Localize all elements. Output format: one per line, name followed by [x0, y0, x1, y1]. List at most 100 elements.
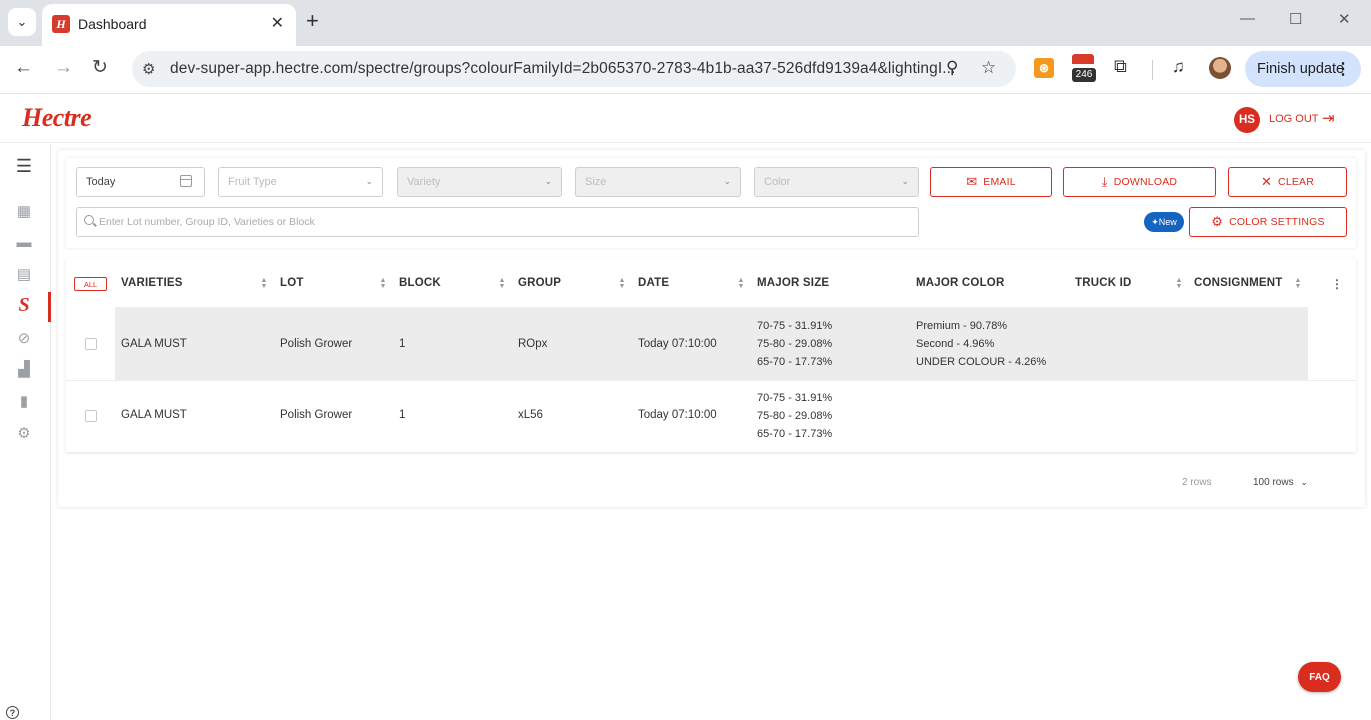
search-placeholder: Enter Lot number, Group ID, Varieties or… — [99, 216, 315, 228]
sidebar: ☰ ▦ ▬ ▤ S ⊘ ▟ ▮ ⚙ ? — [0, 144, 51, 720]
calendar-icon[interactable]: 246 — [1072, 54, 1096, 82]
cell-lot: Polish Grower — [280, 409, 353, 421]
fruit-type-placeholder: Fruit Type — [228, 176, 277, 188]
size-line: 75-80 - 29.08% — [757, 338, 833, 350]
avatar[interactable]: HS — [1234, 107, 1260, 133]
site-info-icon[interactable]: ⚙ — [142, 60, 155, 78]
cell-group: ROpx — [518, 338, 548, 350]
logout-icon[interactable]: ⇥ — [1322, 109, 1335, 127]
puzzle-icon[interactable]: ⧉ — [1114, 56, 1127, 77]
forward-icon[interactable]: → — [54, 58, 73, 78]
analytics-icon[interactable]: ▟ — [14, 359, 34, 379]
new-tab-button[interactable]: + — [306, 9, 319, 33]
browser-tab-bar: ⌄ H Dashboard ✕ + — ☐ ✕ — [0, 0, 1371, 46]
color-line: Premium - 90.78% — [916, 320, 1008, 332]
clear-button[interactable]: ✕ CLEAR — [1228, 167, 1347, 197]
browser-toolbar: ← → ↻ ⚙ dev-super-app.hectre.com/spectre… — [0, 46, 1371, 94]
size-line: 70-75 - 31.91% — [757, 320, 833, 332]
sort-icon[interactable]: ▲ ▼ — [1294, 277, 1302, 290]
reload-icon[interactable]: ↻ — [92, 58, 108, 78]
url-text[interactable]: dev-super-app.hectre.com/spectre/groups?… — [170, 60, 955, 78]
cell-major-color: Premium - 90.78% Second - 4.96% UNDER CO… — [916, 317, 1046, 371]
cell-major-size: 70-75 - 31.91% 75-80 - 29.08% 65-70 - 17… — [757, 389, 832, 443]
window-close-icon[interactable]: ✕ — [1338, 10, 1351, 28]
profile-icon[interactable] — [1209, 57, 1231, 79]
email-button[interactable]: ✉ EMAIL — [930, 167, 1052, 197]
new-badge-label: New — [1158, 217, 1177, 227]
cell-lot: Polish Grower — [280, 338, 353, 350]
cell-date: Today 07:10:00 — [638, 338, 717, 350]
address-bar[interactable]: ⚙ dev-super-app.hectre.com/spectre/group… — [132, 51, 1016, 87]
finish-update-button[interactable]: Finish update ⋮ — [1245, 51, 1361, 87]
hectre-favicon-icon: H — [52, 15, 70, 33]
color-select[interactable]: Color ⌄ — [754, 167, 919, 197]
col-header-lot[interactable]: LOT — [280, 277, 304, 289]
sort-icon[interactable]: ▲ ▼ — [618, 277, 626, 290]
col-header-consignment[interactable]: CONSIGNMENT — [1194, 277, 1282, 289]
sort-icon[interactable]: ▲ ▼ — [498, 277, 506, 290]
size-placeholder: Size — [585, 176, 607, 188]
report-icon[interactable]: ▤ — [14, 264, 34, 284]
fruit-type-select[interactable]: Fruit Type ⌄ — [218, 167, 383, 197]
spectre-icon[interactable]: S — [14, 294, 34, 316]
sort-icon[interactable]: ▲ ▼ — [737, 277, 745, 290]
crate-icon[interactable]: ▦ — [14, 201, 34, 221]
sort-icon[interactable]: ▲ ▼ — [379, 277, 387, 290]
page-size-select[interactable]: 100 rows ⌄ — [1253, 477, 1308, 488]
date-picker[interactable]: Today — [76, 167, 205, 197]
kebab-icon[interactable]: ⋮ — [1335, 59, 1351, 79]
hectre-logo[interactable]: Hectre — [22, 103, 92, 133]
search-icon — [84, 215, 94, 225]
disabled-icon[interactable]: ⊘ — [14, 328, 34, 348]
cell-variety: GALA MUST — [121, 409, 187, 421]
sparkle-icon: ✦ — [1151, 216, 1159, 227]
calendar-badge: 246 — [1072, 68, 1096, 82]
column-menu-kebab-icon[interactable]: ⋮ — [1331, 277, 1343, 291]
variety-select[interactable]: Variety ⌄ — [397, 167, 562, 197]
col-header-varieties[interactable]: VARIETIES — [121, 277, 183, 289]
cell-block: 1 — [399, 338, 406, 350]
star-icon[interactable]: ☆ — [981, 58, 996, 78]
color-line: UNDER COLOUR - 4.26% — [916, 356, 1047, 368]
tab-close-icon[interactable]: ✕ — [271, 13, 284, 33]
close-icon: ✕ — [1260, 174, 1273, 189]
col-header-truck-id[interactable]: TRUCK ID — [1075, 277, 1132, 289]
size-select[interactable]: Size ⌄ — [575, 167, 741, 197]
clear-label: CLEAR — [1278, 176, 1315, 188]
finish-update-label: Finish update — [1257, 61, 1345, 77]
logout-button[interactable]: LOG OUT — [1269, 113, 1319, 125]
media-icon[interactable]: ♫ — [1172, 57, 1185, 77]
settings-icon[interactable]: ⚙ — [14, 423, 34, 443]
row-checkbox[interactable] — [85, 338, 97, 350]
col-header-group[interactable]: GROUP — [518, 277, 561, 289]
zoom-icon[interactable]: ⚲ — [946, 58, 958, 78]
download-button[interactable]: ⤓ DOWNLOAD — [1063, 167, 1216, 197]
help-icon[interactable]: ? — [6, 706, 19, 719]
mail-icon: ✉ — [966, 174, 978, 189]
menu-toggle-icon[interactable]: ☰ — [14, 156, 34, 176]
hubspot-icon[interactable]: ⊛ — [1034, 58, 1054, 78]
maximize-icon[interactable]: ☐ — [1289, 10, 1302, 28]
minimize-icon[interactable]: — — [1240, 10, 1255, 27]
select-all-button[interactable]: ALL — [74, 277, 107, 291]
col-header-date[interactable]: DATE — [638, 277, 669, 289]
sort-icon[interactable]: ▲ ▼ — [260, 277, 268, 290]
back-icon[interactable]: ← — [14, 58, 33, 78]
sort-icon[interactable]: ▲ ▼ — [1175, 277, 1183, 290]
variety-placeholder: Variety — [407, 176, 441, 188]
color-settings-button[interactable]: ⚙ COLOR SETTINGS — [1189, 207, 1347, 237]
browser-tab-dashboard[interactable]: H Dashboard ✕ — [42, 4, 296, 46]
color-line: Second - 4.96% — [916, 338, 995, 350]
size-line: 75-80 - 29.08% — [757, 410, 833, 422]
toolbar-divider — [1152, 60, 1153, 80]
row-checkbox[interactable] — [85, 410, 97, 422]
clipboard-icon[interactable]: ▮ — [14, 391, 34, 411]
faq-button[interactable]: FAQ — [1298, 662, 1341, 692]
size-line: 70-75 - 31.91% — [757, 392, 833, 404]
tab-search-chevron-down-icon[interactable]: ⌄ — [8, 8, 36, 36]
col-header-block[interactable]: BLOCK — [399, 277, 441, 289]
search-input[interactable]: Enter Lot number, Group ID, Varieties or… — [76, 207, 919, 237]
bin-icon[interactable]: ▬ — [14, 232, 34, 252]
cell-date: Today 07:10:00 — [638, 409, 717, 421]
chevron-down-icon: ⌄ — [544, 176, 552, 186]
